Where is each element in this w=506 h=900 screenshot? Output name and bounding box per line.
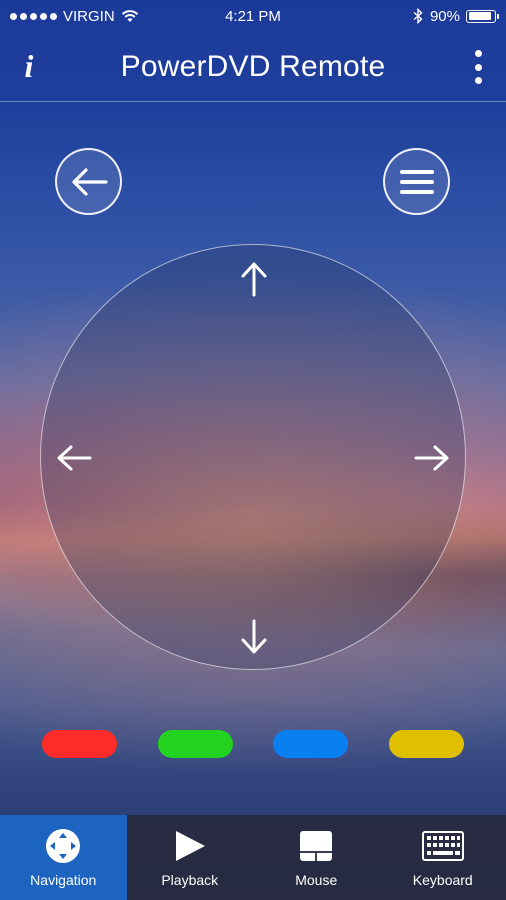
tab-label: Playback	[161, 872, 219, 888]
bluetooth-icon	[413, 8, 423, 24]
battery-icon	[466, 9, 499, 23]
tab-label: Keyboard	[412, 872, 473, 888]
color-buttons-row	[0, 730, 506, 758]
arrow-right-icon	[414, 445, 449, 471]
battery-percent: 90%	[429, 7, 460, 25]
menu-button[interactable]	[383, 148, 450, 215]
tab-label: Navigation	[30, 872, 97, 888]
signal-dots-icon	[10, 12, 57, 20]
yellow-button[interactable]	[389, 730, 464, 758]
tab-bar: Navigation Playback Mouse Keyboard	[0, 815, 506, 900]
keyboard-icon	[421, 827, 464, 865]
dpad-right-button[interactable]	[412, 438, 452, 478]
menu-icon	[399, 169, 434, 194]
tab-keyboard[interactable]: Keyboard	[380, 815, 506, 900]
status-right: 90%	[412, 7, 499, 25]
play-icon	[173, 827, 207, 865]
blue-button[interactable]	[273, 730, 348, 758]
header-bar: i PowerDVD Remote	[0, 32, 506, 102]
navigation-icon	[45, 827, 81, 865]
dpad-up-button[interactable]	[234, 259, 274, 299]
green-button[interactable]	[158, 730, 233, 758]
page-title: PowerDVD Remote	[120, 49, 386, 83]
mouse-icon	[299, 827, 333, 865]
dpad-touch-area[interactable]	[40, 244, 466, 670]
red-button[interactable]	[42, 730, 117, 758]
tab-label: Mouse	[295, 872, 338, 888]
info-button[interactable]: i	[14, 46, 44, 86]
more-dot	[474, 50, 482, 57]
tab-mouse[interactable]: Mouse	[253, 815, 380, 900]
arrow-up-icon	[241, 262, 267, 297]
more-dot	[474, 77, 482, 84]
back-arrow-icon	[71, 167, 108, 196]
more-options-button[interactable]	[468, 50, 488, 84]
wifi-icon	[121, 10, 138, 22]
arrow-down-icon	[241, 619, 267, 654]
back-button[interactable]	[55, 148, 122, 215]
tab-playback[interactable]: Playback	[127, 815, 254, 900]
status-left: VIRGIN	[10, 8, 139, 25]
battery-level	[468, 12, 491, 20]
status-bar: VIRGIN 4:21 PM 90%	[0, 0, 506, 32]
more-dot	[474, 63, 482, 71]
arrow-left-icon	[57, 445, 92, 471]
carrier-label: VIRGIN	[63, 7, 115, 25]
dpad-left-button[interactable]	[54, 438, 94, 478]
dpad-down-button[interactable]	[234, 617, 274, 657]
tab-navigation[interactable]: Navigation	[0, 815, 127, 900]
